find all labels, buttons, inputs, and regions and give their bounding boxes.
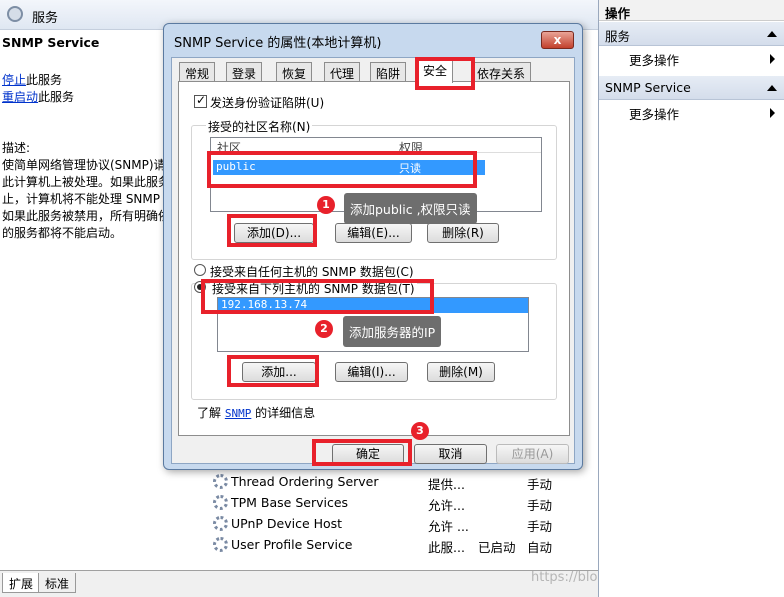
service-detail-pane: SNMP Service 停止此服务 重启动此服务 描述: 使简单网络管理协议(… <box>0 30 171 570</box>
service-row[interactable]: Thread Ordering Server 提供... 手动 <box>205 472 597 493</box>
highlight-community-row <box>207 151 477 188</box>
snmp-help-link[interactable]: SNMP <box>225 407 252 420</box>
service-row[interactable]: UPnP Device Host 允许 ... 手动 <box>205 514 597 535</box>
view-tabs: 扩展 标准 <box>0 570 598 597</box>
description-line: 的服务都将不能启动。 <box>2 226 123 240</box>
collapse-up-icon <box>767 31 777 37</box>
tab-dependencies[interactable]: 依存关系 <box>471 62 532 82</box>
more-actions-item[interactable]: 更多操作 <box>599 101 784 123</box>
tab-agent[interactable]: 代理 <box>324 62 361 82</box>
restart-service-link[interactable]: 重启动 <box>2 90 38 104</box>
apply-button[interactable]: 应用(A) <box>496 444 569 464</box>
actions-header: 操作 <box>599 0 784 21</box>
close-button[interactable]: x <box>541 31 574 49</box>
accept-any-host-label: 接受来自任何主机的 SNMP 数据包(C) <box>210 265 414 279</box>
highlight-add-community <box>227 214 317 247</box>
tab-standard[interactable]: 标准 <box>38 573 77 593</box>
step-badge: 2 <box>315 320 333 338</box>
actions-pane: 操作 服务 更多操作 SNMP Service 更多操作 <box>598 0 784 597</box>
callout-step-1: 添加public ,权限只读 <box>344 193 477 224</box>
service-gear-icon <box>213 537 228 552</box>
tab-extended[interactable]: 扩展 <box>2 573 41 593</box>
callout-step-2: 添加服务器的IP <box>343 316 442 347</box>
learn-more-text: 了解 SNMP 的详细信息 <box>197 406 316 420</box>
remove-community-button[interactable]: 删除(R) <box>427 223 499 243</box>
highlight-ok-button <box>312 439 412 466</box>
remove-host-button[interactable]: 删除(M) <box>427 362 495 382</box>
highlight-security-tab <box>415 57 475 90</box>
accept-any-host-radio[interactable] <box>194 264 206 276</box>
cancel-button[interactable]: 取消 <box>414 444 487 464</box>
service-gear-icon <box>213 516 228 531</box>
tab-traps[interactable]: 陷阱 <box>370 62 407 82</box>
description-line: 止，计算机将不能处理 SNMP <box>2 192 160 206</box>
highlight-accept-hosts <box>201 279 434 314</box>
send-auth-trap-checkbox[interactable]: ✓ <box>194 93 207 108</box>
description-line: 如果此服务被禁用，所有明确依 <box>2 209 171 223</box>
edit-community-button[interactable]: 编辑(E)... <box>335 223 412 243</box>
service-gear-icon <box>213 474 228 489</box>
communities-label: 接受的社区名称(N) <box>206 118 313 135</box>
send-auth-trap-label: 发送身份验证陷阱(U) <box>210 96 325 110</box>
window-title: 服务 <box>32 11 59 26</box>
description-line: 使简单网络管理协议(SNMP)请 <box>2 158 166 172</box>
collapse-up-icon <box>767 85 777 91</box>
actions-section-snmp[interactable]: SNMP Service <box>599 76 784 100</box>
service-row[interactable]: User Profile Service 此服... 已启动 自动 <box>205 535 597 556</box>
tab-general[interactable]: 常规 <box>179 62 216 82</box>
chevron-right-icon <box>770 108 775 118</box>
chevron-right-icon <box>770 54 775 64</box>
checkmark-icon: ✓ <box>196 93 207 107</box>
service-gear-icon <box>213 495 228 510</box>
stop-row: 停止此服务 <box>2 73 63 87</box>
dialog-title: SNMP Service 的属性(本地计算机) <box>174 36 382 51</box>
highlight-add-host <box>227 355 319 387</box>
description-line: 此计算机上被处理。如果此服务 <box>2 175 171 189</box>
service-row[interactable]: TPM Base Services 允许... 手动 <box>205 493 597 514</box>
edit-host-button[interactable]: 编辑(I)... <box>335 362 408 382</box>
tab-logon[interactable]: 登录 <box>226 62 263 82</box>
actions-section-services[interactable]: 服务 <box>599 22 784 46</box>
restart-row: 重启动此服务 <box>2 90 75 104</box>
description-label: 描述: <box>2 141 31 155</box>
snmp-properties-dialog: SNMP Service 的属性(本地计算机) x 常规 登录 恢复 代理 陷阱… <box>163 23 583 470</box>
step-badge: 3 <box>411 422 429 440</box>
tab-recovery[interactable]: 恢复 <box>276 62 313 82</box>
step-badge: 1 <box>317 196 335 214</box>
services-gear-icon <box>7 6 23 22</box>
service-name: SNMP Service <box>2 35 100 50</box>
stop-service-link[interactable]: 停止 <box>2 73 26 87</box>
more-actions-item[interactable]: 更多操作 <box>599 47 784 69</box>
